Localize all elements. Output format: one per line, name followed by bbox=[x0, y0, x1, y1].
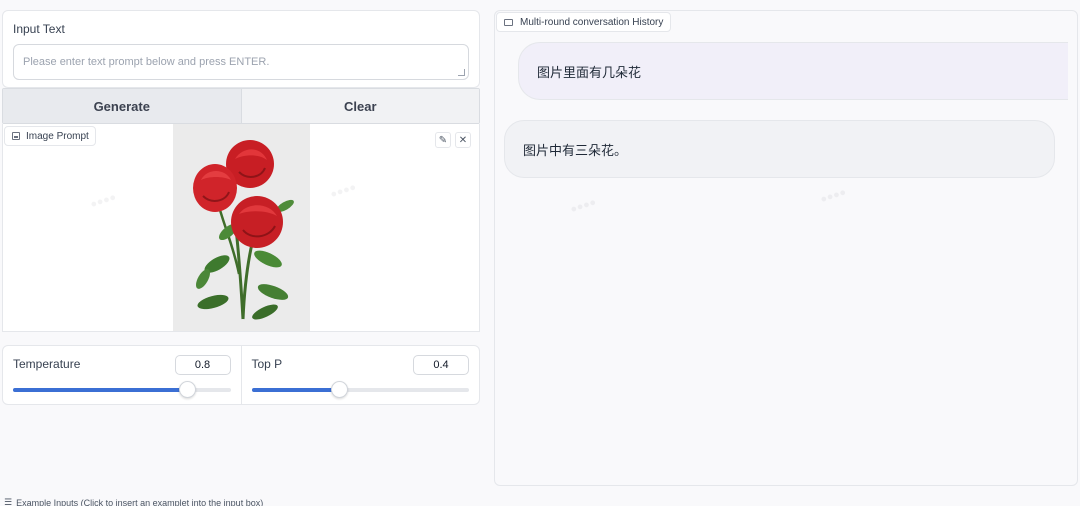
image-prompt-badge: Image Prompt bbox=[4, 126, 96, 146]
sampling-sliders: Temperature 0.8 Top P 0.4 bbox=[2, 345, 480, 405]
image-icon bbox=[12, 132, 20, 140]
temperature-slider-thumb[interactable] bbox=[179, 381, 196, 398]
top-p-label: Top P bbox=[251, 357, 283, 371]
image-prompt-label: Image Prompt bbox=[26, 130, 89, 142]
generate-button[interactable]: Generate bbox=[3, 89, 242, 123]
uploaded-image[interactable] bbox=[173, 124, 310, 331]
prompt-textarea[interactable]: Please enter text prompt below and press… bbox=[13, 44, 469, 80]
top-p-slider-block: Top P 0.4 bbox=[242, 346, 480, 404]
temperature-value-input[interactable]: 0.8 bbox=[174, 355, 231, 375]
close-icon[interactable]: ✕ bbox=[455, 132, 471, 148]
prompt-placeholder: Please enter text prompt below and press… bbox=[23, 56, 270, 68]
temperature-slider-fill bbox=[13, 388, 187, 392]
examples-label: Example Inputs (Click to insert an examp… bbox=[16, 497, 264, 506]
rose-image bbox=[193, 140, 294, 320]
user-message: 图片里面有几朵花 bbox=[518, 42, 1068, 100]
examples-header[interactable]: ☰ Example Inputs (Click to insert an exa… bbox=[4, 497, 263, 506]
temperature-slider-block: Temperature 0.8 bbox=[3, 346, 242, 404]
input-text-label: Input Text bbox=[13, 22, 65, 36]
chat-icon bbox=[504, 18, 513, 26]
top-p-slider-fill bbox=[251, 388, 339, 392]
temperature-slider[interactable] bbox=[13, 381, 231, 398]
pencil-icon[interactable]: ✎ bbox=[435, 132, 451, 148]
bot-message-text: 图片中有三朵花。 bbox=[523, 142, 628, 158]
temperature-label: Temperature bbox=[13, 357, 81, 371]
resize-handle-icon[interactable] bbox=[458, 69, 465, 76]
top-p-slider-thumb[interactable] bbox=[330, 381, 348, 398]
top-p-value-input[interactable]: 0.4 bbox=[413, 355, 469, 375]
input-text-block: Input Text Please enter text prompt belo… bbox=[2, 10, 480, 88]
chat-history-label: Multi-round conversation History bbox=[520, 16, 664, 28]
list-icon: ☰ bbox=[4, 497, 13, 506]
image-prompt-block: Image Prompt ✎ ✕ bbox=[2, 124, 480, 332]
chat-history-badge: Multi-round conversation History bbox=[496, 12, 672, 32]
chat-history-panel: Multi-round conversation History 图片里面有几朵… bbox=[494, 10, 1078, 486]
clear-button[interactable]: Clear bbox=[241, 89, 479, 123]
bot-message: 图片中有三朵花。 bbox=[504, 120, 1055, 178]
image-tools: ✎ ✕ bbox=[435, 132, 471, 148]
action-buttons: Generate Clear bbox=[2, 88, 480, 124]
top-p-slider[interactable] bbox=[251, 381, 469, 398]
user-message-text: 图片里面有几朵花 bbox=[537, 64, 642, 80]
